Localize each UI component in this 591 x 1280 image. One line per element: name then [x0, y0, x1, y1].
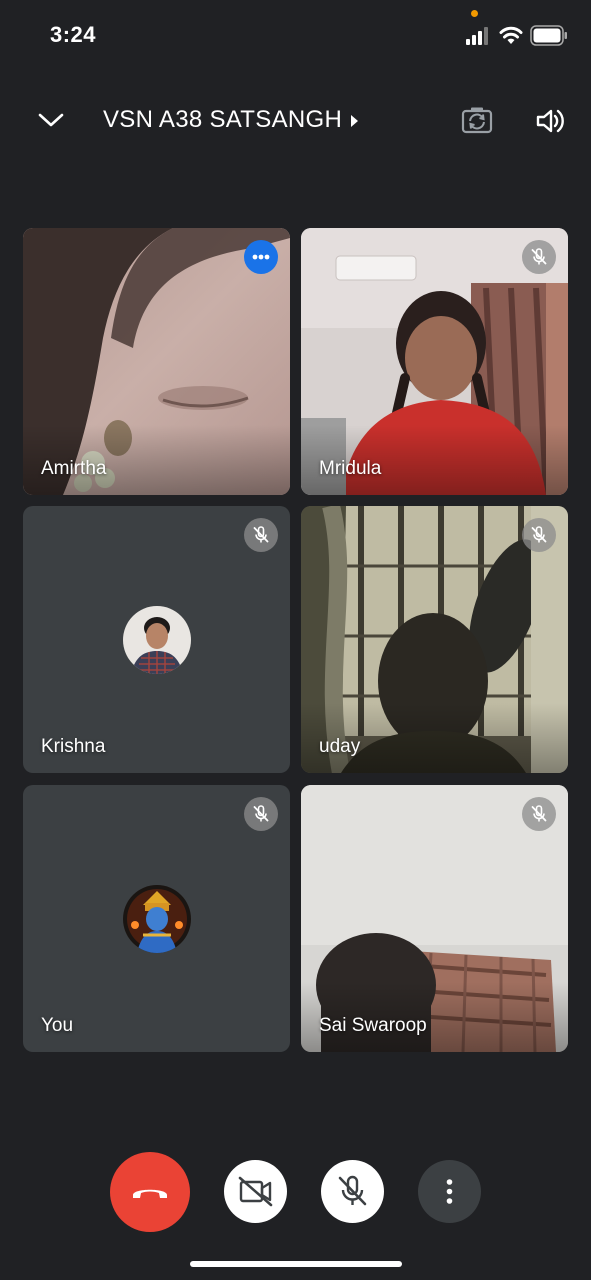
- mic-off-icon: [531, 805, 547, 822]
- switch-camera-icon: [461, 107, 493, 134]
- participant-muted-indicator: [244, 518, 278, 552]
- mic-toggle-button[interactable]: [321, 1160, 384, 1223]
- participant-muted-indicator: [522, 518, 556, 552]
- end-call-icon: [133, 1189, 167, 1198]
- switch-camera-button[interactable]: [456, 102, 498, 140]
- caret-right-icon[interactable]: [348, 113, 360, 129]
- mic-off-icon: [253, 805, 269, 822]
- participant-name: You: [41, 1015, 74, 1036]
- cellular-signal-icon: [466, 27, 488, 45]
- participant-tile-sai-swaroop[interactable]: Sai Swaroop: [301, 785, 568, 1052]
- participant-muted-indicator: [522, 797, 556, 831]
- wifi-icon: [499, 26, 523, 44]
- participant-tile-you[interactable]: You: [23, 785, 290, 1052]
- mic-off-icon: [531, 526, 547, 543]
- status-bar: 3:24: [0, 0, 591, 70]
- end-call-button[interactable]: [110, 1152, 190, 1232]
- meeting-title[interactable]: VSN A38 SATSANGH: [103, 106, 342, 134]
- participant-tile-amirtha[interactable]: Amirtha: [23, 228, 290, 495]
- participant-name: uday: [319, 736, 361, 757]
- collapse-button[interactable]: [30, 102, 72, 138]
- participant-name: Amirtha: [41, 458, 107, 479]
- status-clock: 3:24: [50, 22, 97, 47]
- meeting-header: VSN A38 SATSANGH: [0, 90, 591, 150]
- participant-tile-krishna[interactable]: Krishna: [23, 506, 290, 773]
- call-controls: [0, 1150, 591, 1234]
- more-horizontal-icon: [252, 254, 270, 260]
- speaker-icon: [536, 109, 564, 133]
- speaker-button[interactable]: [530, 102, 572, 140]
- mic-off-icon: [338, 1175, 367, 1206]
- battery-icon: [530, 25, 567, 46]
- home-indicator[interactable]: [190, 1261, 402, 1267]
- participant-muted-indicator: [244, 797, 278, 831]
- participant-muted-indicator: [522, 240, 556, 274]
- participant-tile-uday[interactable]: uday: [301, 506, 568, 773]
- camera-toggle-button[interactable]: [224, 1160, 287, 1223]
- participant-name: Mridula: [319, 458, 382, 479]
- more-vertical-icon: [446, 1179, 453, 1204]
- participant-tile-mridula[interactable]: Mridula: [301, 228, 568, 495]
- participant-name: Sai Swaroop: [319, 1015, 427, 1036]
- more-options-button[interactable]: [418, 1160, 481, 1223]
- participant-avatar: [123, 885, 191, 953]
- participant-avatar: [123, 606, 191, 674]
- participant-name: Krishna: [41, 736, 106, 757]
- camera-off-icon: [238, 1176, 273, 1207]
- chevron-down-icon: [38, 113, 64, 127]
- mic-off-icon: [531, 248, 547, 265]
- mic-in-use-indicator: [471, 10, 478, 17]
- participant-options-button[interactable]: [244, 240, 278, 274]
- mic-off-icon: [253, 526, 269, 543]
